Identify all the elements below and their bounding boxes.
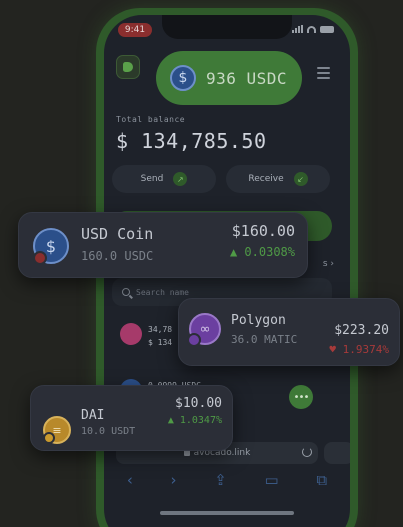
- tabs-icon[interactable]: ⧉: [316, 471, 327, 489]
- card-token-change: ♥ 1.9374%: [329, 343, 389, 356]
- card-token-amount: 36.0 MATIC: [231, 333, 298, 346]
- receive-label: Receive: [248, 174, 284, 184]
- dai-card[interactable]: ≡ DAI 10.0 USDT $10.00 ▲ 1.0347%: [30, 385, 233, 451]
- card-token-price: $10.00: [175, 396, 222, 411]
- search-placeholder: Search name: [136, 287, 189, 297]
- balance-chip[interactable]: $ 936 USDC: [156, 51, 302, 105]
- send-button[interactable]: Send ↗: [112, 165, 216, 193]
- share-icon[interactable]: ⇪: [214, 471, 227, 489]
- card-token-amount: 10.0 USDT: [81, 426, 136, 437]
- total-balance-label: Total balance: [116, 115, 186, 124]
- card-token-price: $223.20: [334, 323, 389, 338]
- card-token-price: $160.00: [231, 222, 295, 240]
- status-icons: [292, 25, 334, 33]
- battery-icon: [320, 26, 334, 33]
- network-icon: [187, 333, 201, 347]
- network-icon: [43, 432, 55, 444]
- polygon-card[interactable]: ∞ Polygon 36.0 MATIC $223.20 ♥ 1.9374%: [178, 298, 400, 366]
- usd-coin-card[interactable]: $ USD Coin 160.0 USDC $160.00 ▲ 0.0308%: [18, 212, 308, 278]
- wifi-icon: [307, 26, 316, 33]
- more-dots-icon: •••: [293, 391, 309, 403]
- send-label: Send: [140, 174, 164, 184]
- balance-chip-amount: 936 USDC: [206, 68, 288, 88]
- card-token-change: ▲ 1.0347%: [167, 415, 222, 426]
- avocado-logo-icon: [123, 62, 133, 72]
- card-token-amount: 160.0 USDC: [81, 249, 154, 263]
- arrow-up-right-icon: ↗: [173, 172, 188, 186]
- usdc-icon: $: [170, 65, 196, 91]
- token-icon: [120, 323, 142, 345]
- receive-button[interactable]: Receive ↙: [226, 165, 330, 193]
- home-indicator: [160, 511, 294, 515]
- card-token-name: USD Coin: [81, 225, 154, 243]
- menu-icon[interactable]: [317, 67, 330, 79]
- card-token-change: ▲ 0.0308%: [229, 245, 295, 259]
- tokens-link[interactable]: s ›: [323, 259, 334, 269]
- status-time: 9:41: [118, 23, 152, 37]
- next-tab-peek[interactable]: [324, 442, 350, 464]
- card-token-name: DAI: [81, 408, 105, 423]
- total-balance-value: $ 134,785.50: [116, 129, 267, 153]
- card-token-name: Polygon: [231, 313, 286, 328]
- search-icon: [122, 288, 130, 296]
- arrow-down-left-icon: ↙: [293, 172, 308, 186]
- reload-icon[interactable]: [302, 447, 312, 457]
- notch: [162, 15, 292, 39]
- list-item[interactable]: 34,78 $ 134: [148, 323, 172, 349]
- chat-button[interactable]: •••: [289, 385, 313, 409]
- app-logo-button[interactable]: [116, 55, 140, 79]
- browser-toolbar: ‹ › ⇪ ▭ ⧉: [104, 471, 350, 489]
- network-icon: [33, 251, 47, 265]
- signal-icon: [292, 25, 303, 33]
- bookmarks-icon[interactable]: ▭: [265, 471, 279, 489]
- back-icon[interactable]: ‹: [127, 471, 133, 489]
- forward-icon[interactable]: ›: [171, 471, 177, 489]
